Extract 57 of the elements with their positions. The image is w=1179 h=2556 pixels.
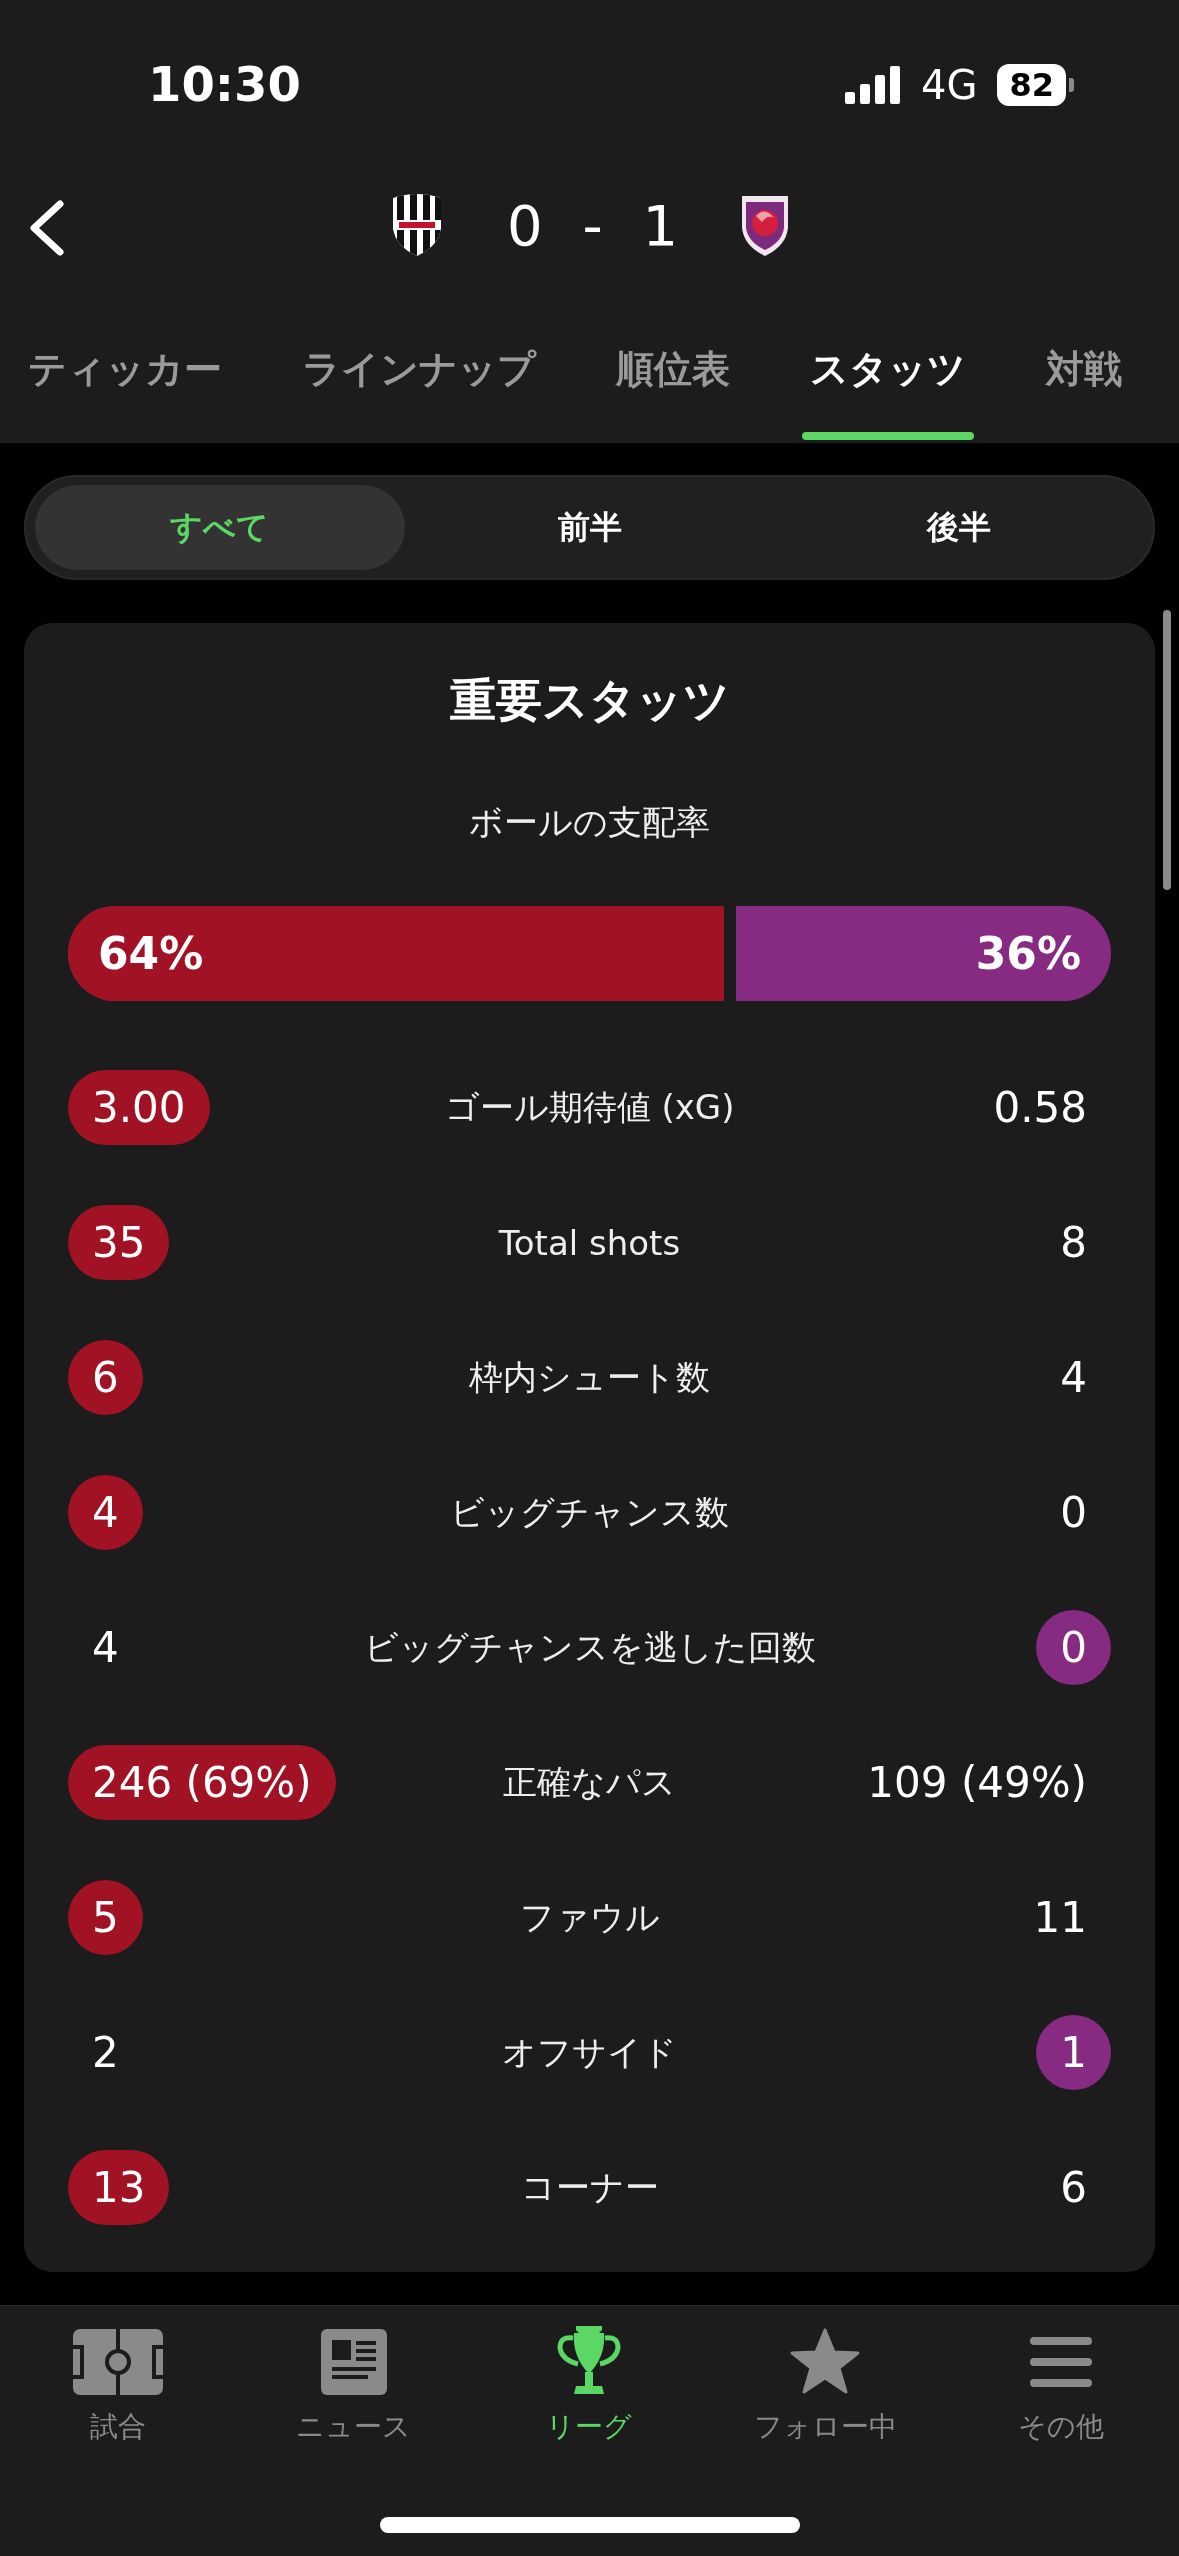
pitch-icon bbox=[72, 2329, 163, 2395]
stat-value: 4 bbox=[91, 1622, 120, 1674]
stat-label: ゴール期待値 (xG) bbox=[444, 1085, 735, 1129]
nav-item[interactable]: 試合 bbox=[0, 2306, 236, 2446]
tab[interactable]: スタッツ bbox=[802, 300, 974, 443]
stat-value: 6 bbox=[1059, 2162, 1088, 2214]
signal-icon bbox=[845, 66, 901, 104]
stat-label: ボールの支配率 bbox=[468, 802, 711, 842]
star-icon bbox=[790, 2328, 861, 2396]
stat-badge: 4 bbox=[68, 1475, 143, 1550]
stat-badge: 0 bbox=[1036, 1610, 1111, 1685]
stat-badge: 13 bbox=[68, 2150, 170, 2225]
newspaper-icon bbox=[320, 2329, 387, 2395]
menu-icon bbox=[1030, 2337, 1093, 2387]
stat-label: Total shots bbox=[498, 1222, 681, 1263]
nav-label: リーグ bbox=[546, 2409, 633, 2445]
stat-value: 0.58 bbox=[992, 1082, 1088, 1134]
period-segment[interactable]: 前半 bbox=[404, 485, 775, 570]
stat-label: ファウル bbox=[519, 1895, 660, 1939]
stat-value: 11 bbox=[1032, 1892, 1088, 1944]
clock-time: 10:30 bbox=[148, 56, 301, 112]
tab[interactable]: 対戦 bbox=[1038, 300, 1130, 443]
possession-value: 36% bbox=[974, 927, 1082, 981]
nav-item[interactable]: その他 bbox=[943, 2306, 1179, 2446]
network-label: 4G bbox=[921, 62, 978, 108]
stat-value: 0 bbox=[1059, 1487, 1088, 1539]
stat-value: 8 bbox=[1059, 1217, 1088, 1269]
stat-label: 枠内シュート数 bbox=[469, 1355, 710, 1399]
nav-item[interactable]: ニュース bbox=[235, 2306, 472, 2446]
stat-label: オフサイド bbox=[502, 2030, 677, 2074]
nav-label: 試合 bbox=[89, 2409, 146, 2445]
stat-badge: 1 bbox=[1036, 2015, 1111, 2090]
nav-item[interactable]: リーグ bbox=[471, 2306, 708, 2446]
stat-value: 2 bbox=[91, 2027, 120, 2079]
stat-value: 109 (49%) bbox=[866, 1757, 1088, 1809]
period-segment[interactable]: すべて bbox=[35, 485, 405, 570]
period-segment[interactable]: 後半 bbox=[774, 485, 1144, 570]
stat-value: 4 bbox=[1059, 1352, 1088, 1404]
nav-label: ニュース bbox=[296, 2409, 412, 2445]
tab[interactable]: ラインナップ bbox=[294, 300, 544, 443]
match-score: 0 - 1 bbox=[506, 192, 679, 258]
stat-label: コーナー bbox=[520, 2165, 659, 2209]
section-title: 重要スタッツ bbox=[448, 672, 731, 729]
nav-label: フォロー中 bbox=[753, 2409, 897, 2445]
stat-badge: 6 bbox=[68, 1340, 143, 1415]
stat-label: ビッグチャンス数 bbox=[450, 1490, 729, 1534]
stat-badge: 3.00 bbox=[68, 1070, 210, 1145]
stat-label: 正確なパス bbox=[503, 1760, 676, 1804]
nav-label: その他 bbox=[1018, 2409, 1105, 2445]
possession-fill: 64% bbox=[68, 906, 736, 1001]
stat-badge: 5 bbox=[68, 1880, 143, 1955]
nav-item[interactable]: フォロー中 bbox=[707, 2306, 944, 2446]
stat-badge: 35 bbox=[68, 1205, 170, 1280]
tab[interactable]: ティッカー bbox=[20, 300, 230, 443]
tab[interactable]: 順位表 bbox=[608, 300, 738, 443]
stat-label: ビッグチャンスを逃した回数 bbox=[363, 1625, 816, 1669]
stat-badge: 246 (69%) bbox=[68, 1745, 336, 1820]
